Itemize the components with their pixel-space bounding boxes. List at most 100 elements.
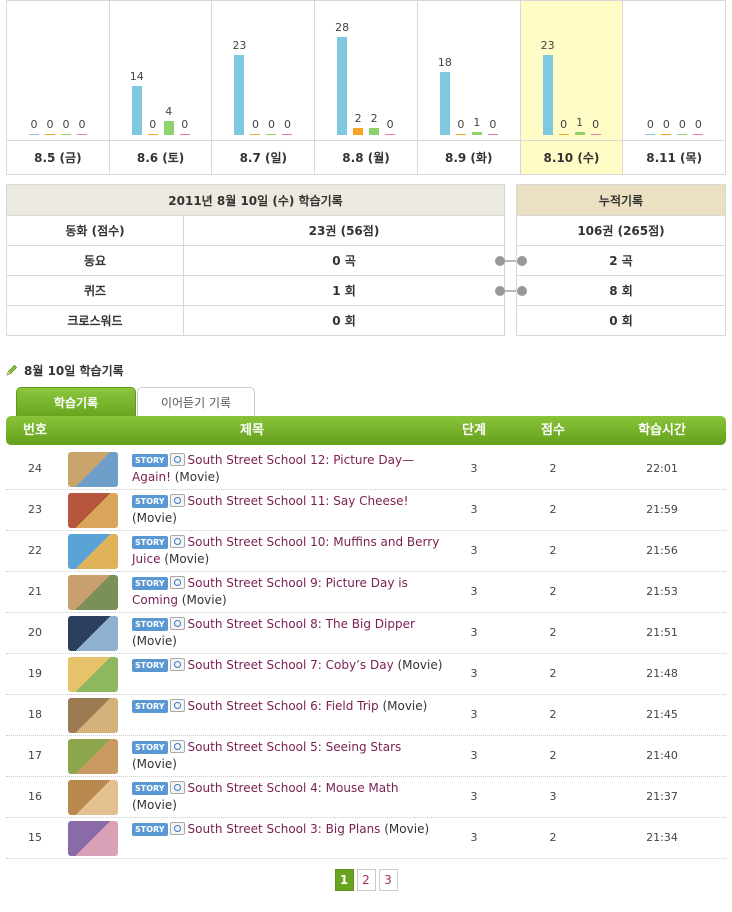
day-label: 8.6 (토): [136, 151, 185, 165]
magnifier-icon[interactable]: [169, 699, 185, 712]
tab-study-record[interactable]: 학습기록: [16, 387, 136, 417]
magnifier-icon[interactable]: [169, 822, 185, 835]
title-suffix: (Movie): [132, 634, 177, 648]
thumbnail-image[interactable]: [68, 780, 118, 815]
section-title-text: 8월 10일 학습기록: [24, 363, 124, 378]
bar-fill: [471, 131, 482, 135]
bar-value-label: 14: [129, 70, 144, 83]
cumulative-value: 0 회: [516, 305, 726, 336]
row-score: 2: [549, 585, 557, 598]
story-badge[interactable]: STORY: [132, 782, 168, 795]
row-level: 3: [470, 544, 478, 557]
section-title: 8월 10일 학습기록: [6, 362, 124, 378]
bar: 0: [677, 118, 688, 135]
story-badge[interactable]: STORY: [132, 659, 168, 672]
story-badge[interactable]: STORY: [132, 577, 168, 590]
title-link[interactable]: South Street School 5: Seeing Stars: [188, 740, 402, 754]
bar-fill: [147, 134, 158, 135]
thumbnail-image[interactable]: [68, 575, 118, 610]
cumulative-record-table: 누적기록 106권 (265점) 2 곡 8 회 0 회: [516, 184, 726, 336]
bar-fill: [487, 134, 498, 135]
row-time: 21:37: [646, 790, 678, 803]
story-badge[interactable]: STORY: [132, 741, 168, 754]
cumulative-value: 8 회: [516, 275, 726, 306]
record-label: 크로스워드: [6, 305, 184, 336]
row-level: 3: [470, 708, 478, 721]
title-link[interactable]: South Street School 4: Mouse Math: [188, 781, 399, 795]
bar-fill: [77, 134, 87, 135]
thumbnail-image[interactable]: [68, 493, 118, 528]
title-link[interactable]: South Street School 11: Say Cheese!: [188, 494, 409, 508]
row-score: 2: [549, 544, 557, 557]
page-link[interactable]: 3: [378, 869, 398, 891]
day-label: 8.10 (수): [543, 151, 600, 165]
day-label: 8.7 (일): [239, 151, 288, 165]
day-column: 18 0 1 0 8.9 (화): [417, 1, 521, 174]
thumbnail-image[interactable]: [68, 698, 118, 733]
record-label: 동화 (점수): [6, 215, 184, 246]
magnifier-icon[interactable]: [169, 617, 185, 630]
title-suffix: (Movie): [177, 593, 227, 607]
thumbnail-image[interactable]: [68, 534, 118, 569]
row-number: 23: [28, 503, 42, 516]
tab-listen-record[interactable]: 이어듣기 기록: [137, 387, 255, 417]
title-link[interactable]: South Street School 6: Field Trip: [188, 699, 379, 713]
magnifier-icon[interactable]: [169, 740, 185, 753]
magnifier-icon[interactable]: [169, 576, 185, 589]
day-plot: 0000: [623, 1, 726, 141]
bar-value-label: 0: [283, 118, 291, 131]
pencil-icon: [6, 364, 18, 376]
story-badge[interactable]: STORY: [132, 700, 168, 713]
title-link[interactable]: South Street School 3: Big Plans: [188, 822, 381, 836]
row-title: STORY South Street School 8: The Big Dipp…: [132, 616, 444, 650]
thumbnail-image[interactable]: [68, 452, 118, 487]
story-badge[interactable]: STORY: [132, 495, 168, 508]
page-link[interactable]: 1: [334, 869, 354, 891]
column-header-time: 학습시간: [638, 423, 686, 438]
page-link[interactable]: 2: [356, 869, 376, 891]
title-suffix: (Movie): [132, 511, 177, 525]
row-title: STORY South Street School 10: Muffins and…: [132, 534, 444, 568]
row-level: 3: [470, 790, 478, 803]
table-row: 16 STORY South Street School 4: Mouse Math…: [6, 777, 726, 818]
day-plot: 23 0 0 0: [212, 1, 315, 141]
study-list-header: 번호 제목 단계 점수 학습시간: [6, 416, 726, 445]
thumbnail-image[interactable]: [68, 616, 118, 651]
thumbnail-image[interactable]: [68, 739, 118, 774]
row-level: 3: [470, 667, 478, 680]
title-link[interactable]: South Street School 8: The Big Dipper: [188, 617, 415, 631]
magnifier-icon[interactable]: [169, 658, 185, 671]
day-plot: 23 0 1 0: [520, 1, 623, 141]
bar: 0: [282, 118, 293, 135]
magnifier-icon[interactable]: [169, 535, 185, 548]
column-header-level: 단계: [462, 423, 486, 438]
bar-fill: [29, 134, 39, 135]
bar-value-label: 4: [165, 105, 173, 118]
magnifier-icon[interactable]: [169, 453, 185, 466]
magnifier-icon[interactable]: [169, 494, 185, 507]
thumbnail-image[interactable]: [68, 657, 118, 692]
bar-fill: [677, 134, 688, 135]
story-badge[interactable]: STORY: [132, 618, 168, 631]
row-level: 3: [470, 626, 478, 639]
column-header-number: 번호: [23, 423, 47, 438]
magnifier-icon[interactable]: [169, 781, 185, 794]
row-number: 19: [28, 667, 42, 680]
row-number: 18: [28, 708, 42, 721]
bar-fill: [337, 37, 348, 135]
story-badge[interactable]: STORY: [132, 454, 168, 467]
title-link[interactable]: South Street School 7: Coby’s Day: [188, 658, 394, 672]
story-badge[interactable]: STORY: [132, 536, 168, 549]
row-time: 21:45: [646, 708, 678, 721]
bar-value-label: 0: [592, 118, 600, 131]
row-title: STORY South Street School 4: Mouse Math (…: [132, 780, 444, 814]
story-badge[interactable]: STORY: [132, 823, 168, 836]
record-value: 23권 (56점): [183, 215, 505, 246]
row-score: 2: [549, 831, 557, 844]
row-level: 3: [470, 503, 478, 516]
bar-fill: [234, 54, 245, 135]
day-label: 8.11 (목): [646, 151, 703, 165]
thumbnail-image[interactable]: [68, 821, 118, 856]
row-level: 3: [470, 585, 478, 598]
column-header-score: 점수: [541, 423, 565, 438]
